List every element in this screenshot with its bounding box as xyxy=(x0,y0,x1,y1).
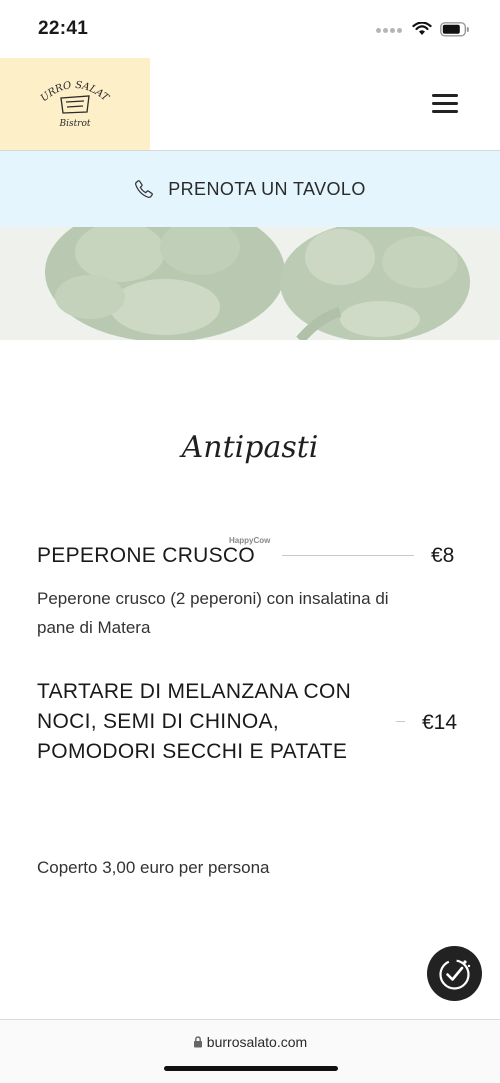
url-display[interactable]: burrosalato.com xyxy=(0,1034,500,1050)
menu-item-description: Peperone crusco (2 peperoni) con insalat… xyxy=(37,584,389,642)
hamburger-icon[interactable] xyxy=(432,94,458,114)
status-bar: 22:41 xyxy=(0,0,500,58)
logo-subtitle: Bistrot xyxy=(58,119,90,129)
item-name-line: NOCI, SEMI DI CHINOA, xyxy=(37,710,279,733)
logo-mark: BURRO SALATO Bistrot xyxy=(0,50,112,129)
accessibility-check-button[interactable] xyxy=(427,946,482,1001)
lock-icon xyxy=(193,1036,202,1048)
browser-address-bar[interactable]: burrosalato.com xyxy=(0,1019,500,1083)
price-leader-line xyxy=(396,721,405,722)
item-name-line: POMODORI SECCHI E PATATE xyxy=(37,740,348,763)
logo[interactable]: BURRO SALATO Bistrot xyxy=(0,50,150,150)
svg-text:BURRO SALATO: BURRO SALATO xyxy=(0,58,112,105)
wifi-icon xyxy=(412,22,432,35)
status-icons xyxy=(376,20,470,38)
phone-icon xyxy=(135,180,154,198)
item-name-line: TARTARE DI MELANZANA CON xyxy=(37,680,352,703)
cover-charge-note: Coperto 3,00 euro per persona xyxy=(37,858,270,877)
section-title: Antipasti xyxy=(181,430,319,465)
battery-icon xyxy=(440,21,469,37)
description-line: Peperone crusco (2 peperoni) con insalat… xyxy=(37,589,389,608)
home-indicator[interactable] xyxy=(164,1066,338,1071)
check-badge-icon xyxy=(439,959,471,990)
description-line: pane di Matera xyxy=(37,618,151,637)
menu-item-price: €8 xyxy=(431,544,455,567)
site-header: BURRO SALATO Bistrot xyxy=(0,50,500,151)
reserve-label: PRENOTA UN TAVOLO xyxy=(168,178,366,199)
reserve-table-button[interactable]: PRENOTA UN TAVOLO xyxy=(0,151,500,227)
url-text: burrosalato.com xyxy=(206,1034,308,1050)
status-time: 22:41 xyxy=(38,18,89,39)
cellular-signal-icon xyxy=(376,20,404,38)
price-leader-line xyxy=(282,555,414,556)
menu-item-name: TARTARE DI MELANZANA CON NOCI, SEMI DI C… xyxy=(37,677,351,767)
hero-image-artichokes xyxy=(0,227,500,340)
menu-item-price: €14 xyxy=(422,711,458,734)
menu-item-name: PEPERONE CRUSCO xyxy=(37,544,256,567)
logo-title: BURRO SALATO xyxy=(0,50,112,105)
